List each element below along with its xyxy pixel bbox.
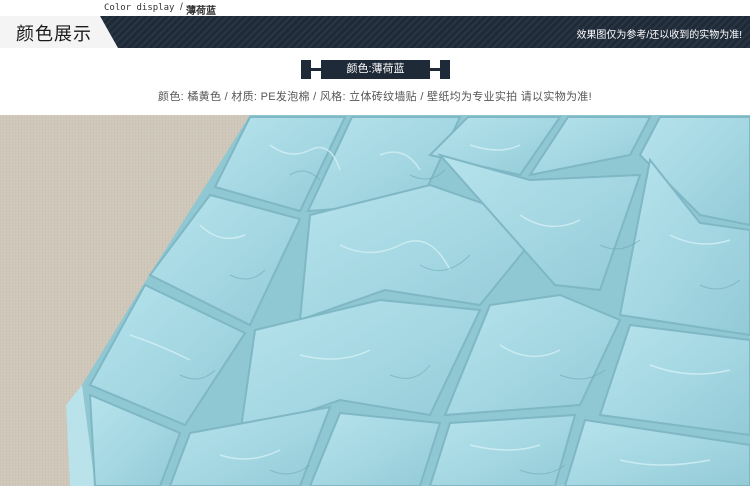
product-photo (0, 115, 750, 486)
spec-line: 颜色: 橘黄色 / 材质: PE发泡棉 / 风格: 立体砖纹墙贴 / 壁纸均为专… (158, 91, 592, 103)
section-title: 颜色展示 (16, 24, 92, 45)
color-tag-left-cap (301, 60, 311, 79)
caption-slash: / (180, 2, 183, 13)
section-tab: 颜色展示 (0, 16, 118, 48)
caption-english: Color display (104, 3, 175, 13)
color-tag-right-cap (440, 60, 450, 79)
color-tag-label: 颜色:薄荷蓝 (321, 60, 430, 79)
color-tag: 颜色:薄荷蓝 (301, 60, 450, 79)
top-caption: Color display / 薄荷蓝 (0, 0, 750, 17)
brick-panel-image (66, 115, 750, 486)
caption-chinese: 薄荷蓝 (186, 6, 216, 17)
header-band: 颜色展示 效果图仅为参考/还以收到的实物为准! (0, 16, 750, 48)
disclaimer-note: 效果图仅为参考/还以收到的实物为准! (576, 30, 742, 41)
